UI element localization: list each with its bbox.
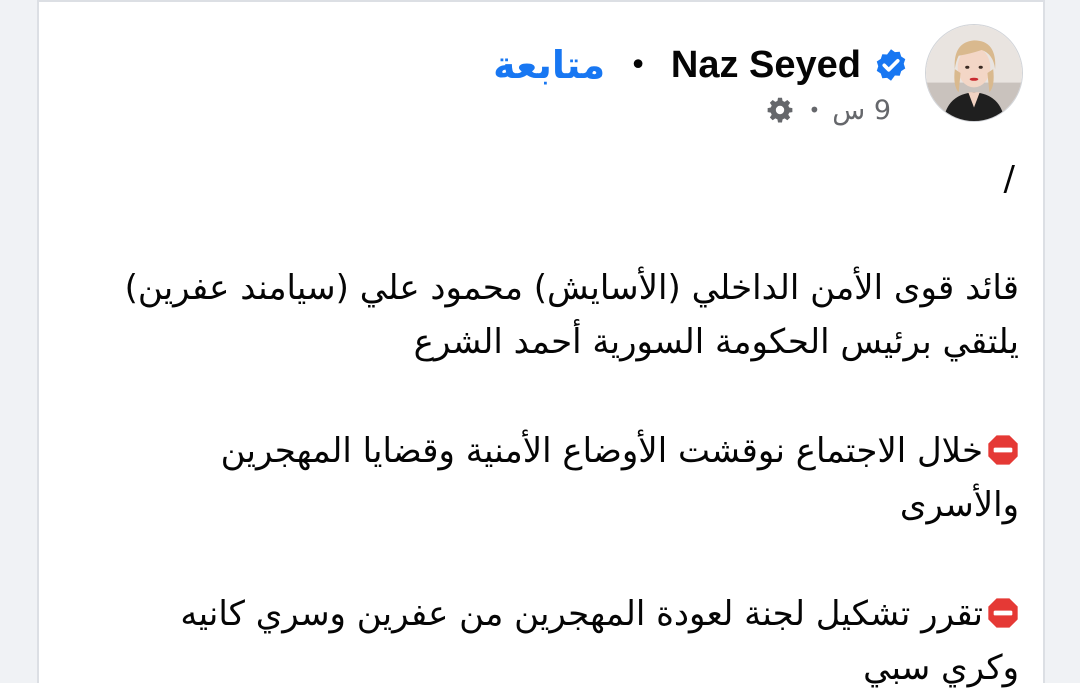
stop-sign-icon	[987, 591, 1019, 628]
post-meta-row: 9 س •	[764, 90, 891, 130]
verified-badge-icon	[871, 45, 911, 85]
post-line-slash: /	[1003, 159, 1015, 199]
post-paragraph-2-text: خلال الاجتماع نوقشت الأوضاع الأمنية وقضا…	[220, 431, 1019, 525]
post-paragraph-1: قائد قوى الأمن الداخلي (الأسايش) محمود ع…	[124, 268, 1019, 362]
follow-button[interactable]: متابعة	[493, 43, 605, 87]
gear-icon[interactable]	[764, 94, 796, 126]
post-timestamp[interactable]: 9 س	[832, 95, 891, 126]
avatar-image	[926, 25, 1022, 121]
avatar[interactable]	[925, 24, 1023, 122]
post-header-name-row: Naz Seyed • متابعة	[493, 38, 911, 92]
header-separator: •	[629, 47, 647, 83]
post-paragraph-3: تقرر تشكيل لجنة لعودة المهجرين من عفرين …	[99, 587, 1019, 695]
post-text: / قائد قوى الأمن الداخلي (الأسايش) محمود…	[99, 152, 1019, 695]
stop-sign-icon	[987, 428, 1019, 465]
screen-background: Naz Seyed • متابعة 9 س • / قائد قوى الأم…	[0, 0, 1080, 688]
post-paragraph-2: خلال الاجتماع نوقشت الأوضاع الأمنية وقضا…	[99, 424, 1019, 532]
author-name[interactable]: Naz Seyed	[671, 44, 861, 87]
post-paragraph-3-text: تقرر تشكيل لجنة لعودة المهجرين من عفرين …	[180, 594, 1019, 688]
post-card: Naz Seyed • متابعة 9 س • / قائد قوى الأم…	[37, 0, 1045, 688]
meta-separator: •	[808, 98, 821, 122]
